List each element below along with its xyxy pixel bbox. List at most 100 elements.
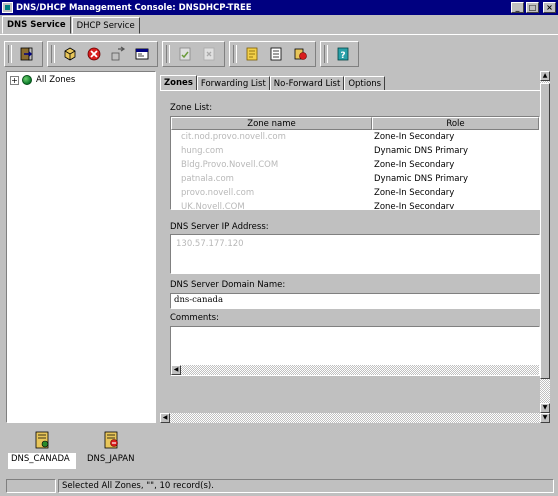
server-label: DNS_JAPAN — [87, 454, 135, 464]
toolbar-group-exit — [4, 41, 43, 67]
column-header-zone-name[interactable]: Zone name — [171, 117, 372, 130]
toolbar-group-help: ? — [320, 41, 359, 67]
scrollbar-thumb[interactable] — [540, 83, 550, 379]
server-label: DNS_CANADA — [8, 453, 76, 469]
tab-no-forward-list[interactable]: No-Forward List — [269, 76, 345, 91]
create-icon — [64, 47, 76, 61]
zone-list-label: Zone List: — [170, 103, 213, 113]
server-action-button[interactable] — [289, 43, 311, 65]
view-icon — [135, 48, 149, 60]
status-bar: Selected All Zones, "", 10 record(s). — [0, 477, 558, 496]
save-icon — [179, 47, 191, 61]
stop-server-button[interactable] — [265, 43, 287, 65]
zone-name-cell: patnala.com — [181, 174, 234, 184]
horizontal-scrollbar[interactable]: ◀ ▼ — [160, 413, 550, 423]
status-left-cell — [6, 479, 56, 493]
zone-role-cell: Zone-In Secondary — [374, 188, 455, 198]
detail-panel: Zones Forwarding List No-Forward List Op… — [160, 71, 552, 423]
table-row[interactable]: UK.Novell.COM Zone-In Secondary — [171, 200, 539, 210]
zone-role-cell: Zone-In Secondary — [374, 132, 455, 142]
zone-role-cell: Zone-In Secondary — [374, 160, 455, 170]
import-icon — [111, 46, 126, 61]
window-title: DNS/DHCP Management Console: DNSDHCP-TRE… — [16, 2, 252, 13]
ip-address-list[interactable]: 130.57.177.120 — [170, 234, 540, 274]
tab-options[interactable]: Options — [344, 76, 386, 91]
ip-address-label: DNS Server IP Address: — [170, 222, 269, 232]
zone-name-cell: UK.Novell.COM — [181, 202, 245, 210]
help-button[interactable]: ? — [332, 43, 354, 65]
expand-icon[interactable]: + — [10, 75, 19, 85]
tab-forwarding-list[interactable]: Forwarding List — [196, 76, 270, 91]
table-header: Zone name Role — [171, 117, 539, 130]
tab-dhcp-service[interactable]: DHCP Service — [71, 17, 140, 34]
status-message: Selected All Zones, "", 10 record(s). — [58, 479, 554, 493]
minimize-button[interactable]: _ — [511, 2, 524, 13]
help-icon: ? — [337, 47, 349, 61]
zone-name-cell: hung.com — [181, 146, 224, 156]
vertical-scrollbar[interactable]: ▲ ▼ — [540, 71, 550, 413]
close-button[interactable]: × — [543, 2, 556, 13]
delete-button[interactable] — [83, 43, 105, 65]
table-row[interactable]: cit.nod.provo.novell.com Zone-In Seconda… — [171, 130, 539, 144]
scroll-left-icon[interactable]: ◀ — [160, 413, 170, 423]
cancel-button[interactable] — [198, 43, 220, 65]
cancel-icon — [203, 47, 215, 61]
service-tabs: DNS Service DHCP Service — [2, 16, 141, 35]
server-list: DNS_CANADA DNS_JAPAN — [0, 428, 558, 474]
zone-name-cell: provo.novell.com — [181, 188, 255, 198]
comments-scrollbar[interactable]: ◀ — [171, 365, 539, 375]
create-button[interactable] — [59, 43, 81, 65]
view-button[interactable] — [131, 43, 153, 65]
domain-name-label: DNS Server Domain Name: — [170, 280, 286, 290]
detail-tabs: Zones Forwarding List No-Forward List Op… — [160, 75, 386, 91]
title-bar[interactable]: DNS/DHCP Management Console: DNSDHCP-TRE… — [0, 0, 558, 15]
table-row[interactable]: hung.com Dynamic DNS Primary — [171, 144, 539, 158]
scroll-down-icon[interactable]: ▼ — [540, 413, 550, 423]
app-icon — [2, 2, 13, 13]
toolbar: ? — [4, 40, 363, 68]
start-server-icon — [246, 47, 258, 61]
maximize-button[interactable]: □ — [526, 2, 539, 13]
dns-server-icon — [35, 431, 49, 449]
tree-item-label: All Zones — [36, 75, 76, 85]
globe-icon — [22, 75, 32, 85]
tab-zones[interactable]: Zones — [160, 75, 197, 91]
zones-tab-body: Zone List: Zone name Role cit.nod.provo.… — [160, 90, 540, 413]
scroll-down-icon[interactable]: ▼ — [540, 403, 550, 413]
exit-button[interactable] — [16, 43, 38, 65]
dns-server-stopped-icon — [104, 431, 118, 449]
ip-address-entry: 130.57.177.120 — [176, 239, 244, 249]
zone-table: Zone name Role cit.nod.provo.novell.com … — [170, 116, 540, 210]
delete-icon — [87, 47, 101, 61]
tab-dns-service[interactable]: DNS Service — [2, 16, 71, 34]
comments-label: Comments: — [170, 313, 219, 323]
start-server-button[interactable] — [241, 43, 263, 65]
table-row[interactable]: patnala.com Dynamic DNS Primary — [171, 172, 539, 186]
zone-role-cell: Dynamic DNS Primary — [374, 146, 469, 156]
zone-role-cell: Dynamic DNS Primary — [374, 174, 469, 184]
zone-name-cell: cit.nod.provo.novell.com — [181, 132, 286, 142]
server-item-dns-japan[interactable]: DNS_JAPAN — [84, 430, 137, 465]
table-row[interactable]: Bldg.Provo.Novell.COM Zone-In Secondary — [171, 158, 539, 172]
exit-icon — [20, 47, 33, 61]
column-header-role[interactable]: Role — [372, 117, 539, 130]
svg-text:?: ? — [340, 51, 345, 61]
toolbar-group-save — [162, 41, 225, 67]
tree-item-all-zones[interactable]: + All Zones — [10, 75, 75, 85]
scroll-up-icon[interactable]: ▲ — [540, 71, 550, 81]
toolbar-group-edit — [47, 41, 158, 67]
stop-server-icon — [270, 47, 282, 61]
import-button[interactable] — [107, 43, 129, 65]
server-action-icon — [294, 48, 307, 60]
zone-name-cell: Bldg.Provo.Novell.COM — [181, 160, 279, 170]
scroll-left-icon[interactable]: ◀ — [171, 365, 181, 375]
tab-divider — [0, 34, 558, 35]
toolbar-group-server — [229, 41, 316, 67]
zone-tree[interactable]: + All Zones — [6, 71, 156, 423]
zone-role-cell: Zone-In Secondary — [374, 202, 455, 210]
save-button[interactable] — [174, 43, 196, 65]
server-item-dns-canada[interactable]: DNS_CANADA — [8, 430, 76, 469]
domain-name-field[interactable]: dns-canada — [170, 293, 540, 309]
table-row[interactable]: provo.novell.com Zone-In Secondary — [171, 186, 539, 200]
comments-field[interactable]: ◀ — [170, 326, 540, 376]
